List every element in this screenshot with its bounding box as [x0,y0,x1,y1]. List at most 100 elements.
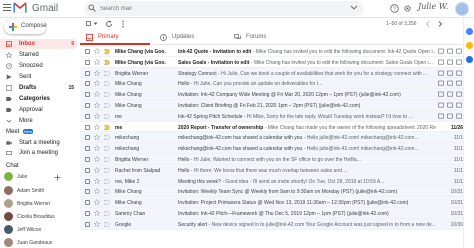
star-icon[interactable] [94,112,100,119]
important-marker-icon[interactable] [104,157,110,162]
star-icon[interactable] [94,220,100,227]
important-marker-icon[interactable] [104,92,110,98]
email-row[interactable]: Mike Chang Invitation: Client Briefing @ … [80,99,474,111]
email-row[interactable]: Brigitta Werner Hello - Hi Julie, Wanted … [80,153,474,165]
row-checkbox[interactable] [85,189,90,195]
sidebar-item-drafts[interactable]: Drafts 15 [0,83,78,93]
chevron-down-icon[interactable] [93,22,98,26]
row-checkbox[interactable] [85,59,90,65]
search-options-icon[interactable] [350,4,358,12]
tab-updates[interactable]: Updates [154,30,224,45]
star-icon[interactable] [94,155,100,162]
star-icon[interactable] [94,123,100,130]
gmail-logo-icon[interactable] [13,2,27,13]
email-row[interactable]: Rachel from Stalpad Hello - Hi there. We … [80,164,474,176]
important-marker-icon[interactable] [104,178,110,184]
compose-button[interactable]: Compose [4,20,47,34]
archive-icon[interactable] [438,59,444,65]
important-marker-icon[interactable] [104,221,110,227]
important-marker-icon[interactable] [104,70,110,76]
sidebar-item-starred[interactable]: Starred [0,50,78,60]
chat-person[interactable]: Adam Smith [4,186,78,196]
row-checkbox[interactable] [85,102,90,108]
menu-icon[interactable] [3,4,11,13]
tab-primary[interactable]: Primary [80,30,150,45]
tasks-icon[interactable] [466,56,473,63]
important-marker-icon[interactable] [104,211,110,216]
important-marker-icon[interactable] [104,49,110,54]
keep-icon[interactable] [466,42,473,49]
row-checkbox[interactable] [85,49,90,54]
start-meeting-item[interactable]: Start a meeting [0,138,78,148]
mark-read-icon[interactable] [456,91,462,97]
email-row[interactable]: me Ink-42 Spring Pitch Schedule - Hi Mike… [80,110,474,122]
tab-forums[interactable]: Forums [228,30,298,45]
star-icon[interactable] [94,80,100,87]
row-checkbox[interactable] [85,200,90,206]
email-row[interactable]: Mike Chang Invitation: Weekly Team Sync @… [80,186,474,198]
email-row[interactable]: Sammy Chan Invitation: Ink-42 Pitch—Frame… [80,207,474,219]
important-marker-icon[interactable] [104,124,110,130]
refresh-icon[interactable] [105,20,113,28]
help-icon[interactable]: ? [390,4,399,13]
star-icon[interactable] [94,101,100,108]
important-marker-icon[interactable] [104,200,110,206]
delete-icon[interactable] [447,80,453,86]
star-icon[interactable] [94,91,100,98]
delete-icon[interactable] [447,48,453,54]
search-icon[interactable] [88,4,96,12]
important-marker-icon[interactable] [104,103,110,108]
important-marker-icon[interactable] [104,189,110,195]
chat-person[interactable]: Juan Gandeaux [4,238,78,248]
chat-self[interactable]: Julie [4,172,78,182]
join-meeting-item[interactable]: Join a meeting [0,148,78,158]
archive-icon[interactable] [438,70,444,76]
mark-read-icon[interactable] [456,113,462,119]
delete-icon[interactable] [447,102,453,108]
row-checkbox[interactable] [85,146,90,152]
star-icon[interactable] [94,145,100,152]
email-row[interactable]: Google Security alert - New device signed… [80,218,474,230]
star-icon[interactable] [94,58,100,65]
important-marker-icon[interactable] [104,167,110,173]
archive-icon[interactable] [438,80,444,86]
mark-read-icon[interactable] [456,59,462,65]
star-icon[interactable] [94,69,100,76]
email-row[interactable]: Mike Chang Invitation: Ink-42 Company Wid… [80,89,474,100]
row-checkbox[interactable] [85,167,90,173]
sidebar-item-inbox[interactable]: Inbox 9 [0,39,78,49]
more-vert-icon[interactable] [119,20,127,28]
mark-read-icon[interactable] [456,70,462,76]
row-checkbox[interactable] [85,210,90,216]
email-row[interactable]: Mike Chang Invitation: Project Primavera … [80,197,474,208]
star-icon[interactable] [94,188,100,195]
settings-gear-icon[interactable] [403,4,412,13]
sidebar-item-approval[interactable]: Approval [0,105,78,115]
row-checkbox[interactable] [85,221,90,227]
star-icon[interactable] [94,48,100,54]
important-marker-icon[interactable] [104,113,110,119]
row-checkbox[interactable] [85,113,90,119]
delete-icon[interactable] [447,59,453,65]
row-checkbox[interactable] [85,135,90,141]
email-row[interactable]: me, Mike 2 Meeting this week? - Good idea… [80,175,474,187]
email-row[interactable]: me 2020 Report - Transfer of ownership - … [80,121,474,133]
row-checkbox[interactable] [85,178,90,184]
chat-person[interactable]: Jeff Wilcox [4,225,78,235]
star-icon[interactable] [94,209,100,216]
calendar-icon[interactable] [466,28,473,35]
search-bar[interactable] [84,1,364,16]
star-icon[interactable] [94,166,100,173]
archive-icon[interactable] [438,48,444,54]
sidebar-item-sent[interactable]: Sent [0,72,78,82]
mark-read-icon[interactable] [456,102,462,108]
email-row[interactable]: Mike Chang Hello - Hi Julie, Can you prov… [80,78,474,90]
row-checkbox[interactable] [85,70,90,76]
important-marker-icon[interactable] [104,146,110,152]
mark-read-icon[interactable] [456,48,462,54]
star-icon[interactable] [94,177,100,184]
row-checkbox[interactable] [85,81,90,87]
sidebar-item-snoozed[interactable]: Snoozed [0,61,78,71]
important-marker-icon[interactable] [104,135,110,141]
important-marker-icon[interactable] [104,81,110,87]
